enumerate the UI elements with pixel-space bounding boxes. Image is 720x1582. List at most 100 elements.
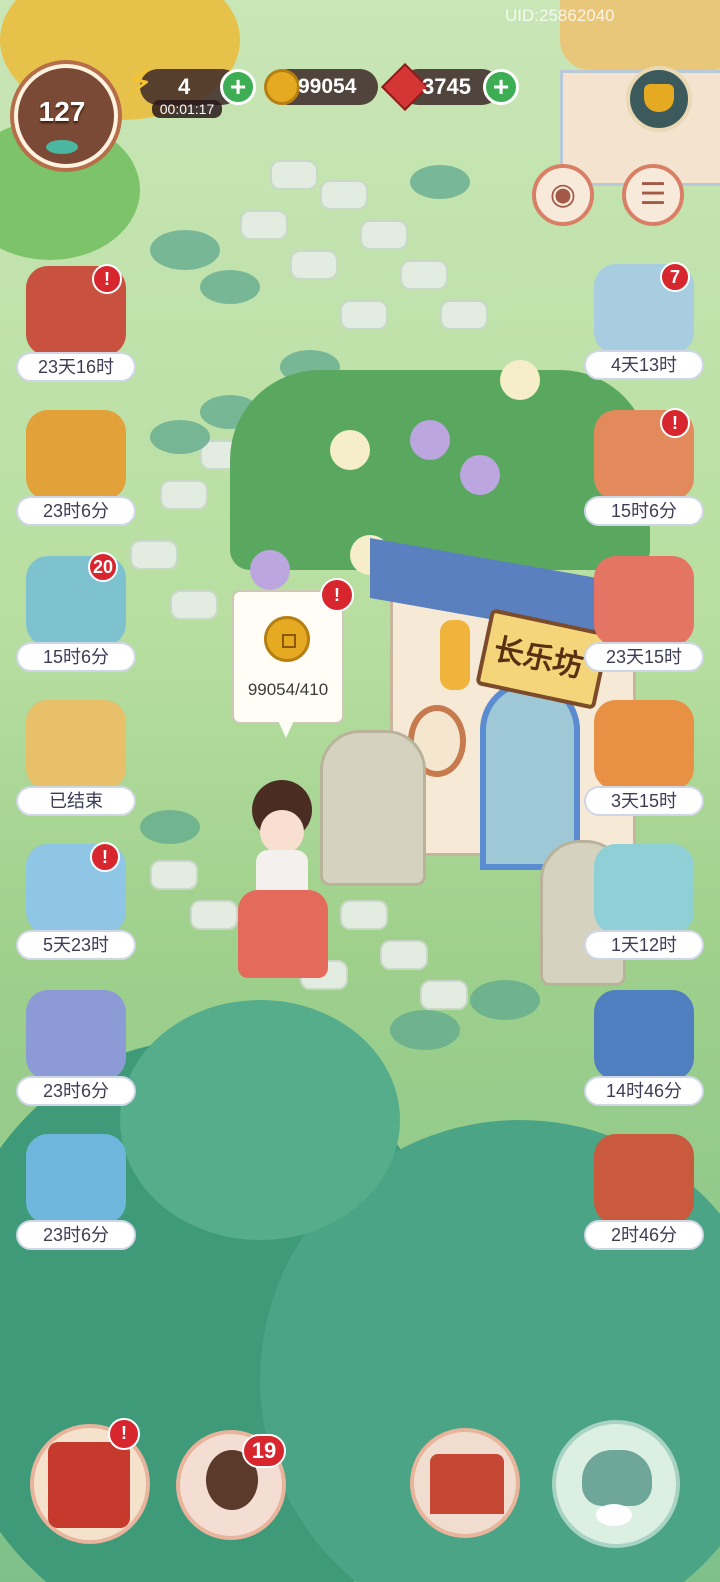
flower [500, 360, 540, 400]
jade-ruyi-icon [594, 700, 694, 790]
event-timer: 15时6分 [16, 642, 136, 672]
lacquer-box-icon [594, 1134, 694, 1224]
event-right-5[interactable]: 1天12时 [584, 844, 704, 964]
coin-bubble-alert-badge: ! [320, 578, 354, 612]
path-tile [160, 480, 208, 510]
event-right-6[interactable]: 14时46分 [584, 990, 704, 1110]
coins-value: 99054 [298, 75, 357, 98]
list-icon: ☰ [639, 178, 667, 211]
character-skirt [238, 890, 328, 978]
gate-arch[interactable] [480, 680, 580, 870]
event-alert-badge: ! [660, 408, 690, 438]
path-tile [320, 180, 368, 210]
path-tile [240, 210, 288, 240]
foreground-tree [120, 1000, 400, 1240]
event-timer: 23天16时 [16, 352, 136, 382]
event-timer: 23天15时 [584, 642, 704, 672]
character-face [260, 810, 304, 854]
event-left-7[interactable]: 23时6分 [16, 1134, 136, 1254]
path-tile [400, 260, 448, 290]
stepping-stone [150, 230, 220, 270]
event-left-2[interactable]: 23时6分 [16, 410, 136, 530]
shop-building-button[interactable] [410, 1428, 520, 1538]
stepping-stone [470, 980, 540, 1020]
uid-label: UID:25862040 [505, 6, 615, 25]
stepping-stone [140, 810, 200, 844]
path-tile [440, 300, 488, 330]
visibility-toggle-button[interactable]: ◉ [532, 164, 594, 226]
event-status: 已结束 [16, 786, 136, 816]
bunny-icon [596, 1504, 632, 1526]
event-timer: 1天12时 [584, 930, 704, 960]
event-left-4[interactable]: 已结束 [16, 700, 136, 820]
dragon-boat-icon [26, 700, 126, 790]
flower [330, 430, 370, 470]
event-left-3[interactable]: 15时6分 [16, 556, 136, 676]
red-book-icon [48, 1442, 130, 1528]
food-bowl-icon [594, 556, 694, 646]
golden-pot-icon [644, 84, 674, 112]
event-timer: 3天15时 [584, 786, 704, 816]
teahouse-button[interactable] [552, 1420, 680, 1548]
player-character[interactable] [232, 780, 332, 980]
stepping-stone [200, 270, 260, 304]
path-tile [360, 220, 408, 250]
menu-list-button[interactable]: ☰ [622, 164, 684, 226]
flower [250, 550, 290, 590]
game-scene[interactable]: 长乐坊 99054/410 ! UID:25862040 127 ⚡ 4 00:… [0, 0, 720, 1582]
flower [410, 420, 450, 460]
teapot-icon [582, 1450, 652, 1506]
path-tile [290, 250, 338, 280]
event-right-3[interactable]: 23天15时 [584, 556, 704, 676]
path-tile [340, 300, 388, 330]
event-count-badge: 20 [88, 552, 118, 582]
characters-count-badge: 19 [242, 1434, 286, 1468]
treasure-chest-icon [26, 410, 126, 500]
flower [460, 455, 500, 495]
stepping-stone [410, 165, 470, 199]
event-right-4[interactable]: 3天15时 [584, 700, 704, 820]
lantern [440, 620, 470, 690]
gems-value: 3745 [422, 74, 471, 99]
event-left-6[interactable]: 23时6分 [16, 990, 136, 1110]
stone-lion-left [320, 730, 426, 886]
event-timer: 14时46分 [584, 1076, 704, 1106]
path-tile [380, 940, 428, 970]
path-tile [130, 540, 178, 570]
path-tile [190, 900, 238, 930]
event-timer: 15时6分 [584, 496, 704, 526]
event-timer: 4天13时 [584, 350, 704, 380]
event-timer: 23时6分 [16, 1076, 136, 1106]
event-count-badge: 7 [660, 262, 690, 292]
path-tile [420, 980, 468, 1010]
add-gems-button[interactable]: + [483, 69, 519, 105]
event-timer: 5天23时 [16, 930, 136, 960]
coin-icon [264, 616, 310, 662]
coin-bubble-tail [276, 716, 296, 738]
gift-box-icon [594, 844, 694, 934]
path-tile [340, 900, 388, 930]
event-right-7[interactable]: 2时46分 [584, 1134, 704, 1254]
coin-icon [264, 69, 300, 105]
path-tile [150, 860, 198, 890]
pavilion-icon [430, 1454, 504, 1514]
lightning-icon: ⚡ [126, 61, 155, 105]
kite-icon [26, 990, 126, 1080]
event-timer: 23时6分 [16, 496, 136, 526]
pot-shop-button[interactable] [626, 66, 692, 132]
koi-fish-icon [26, 1134, 126, 1224]
event-alert-badge: ! [92, 264, 122, 294]
event-timer: 2时46分 [584, 1220, 704, 1250]
energy-timer: 00:01:17 [152, 100, 222, 118]
stepping-stone [150, 420, 210, 454]
stepping-stone [390, 1010, 460, 1050]
path-tile [270, 160, 318, 190]
event-alert-badge: ! [90, 842, 120, 872]
path-tile [170, 590, 218, 620]
level-leaf-icon [46, 140, 78, 154]
coin-bubble-text: 99054/410 [247, 680, 329, 699]
coin-collect-bubble[interactable]: 99054/410 [232, 590, 344, 724]
plus-one-card-icon [594, 990, 694, 1080]
book-alert-badge: ! [108, 1418, 140, 1450]
add-energy-button[interactable]: + [220, 69, 256, 105]
